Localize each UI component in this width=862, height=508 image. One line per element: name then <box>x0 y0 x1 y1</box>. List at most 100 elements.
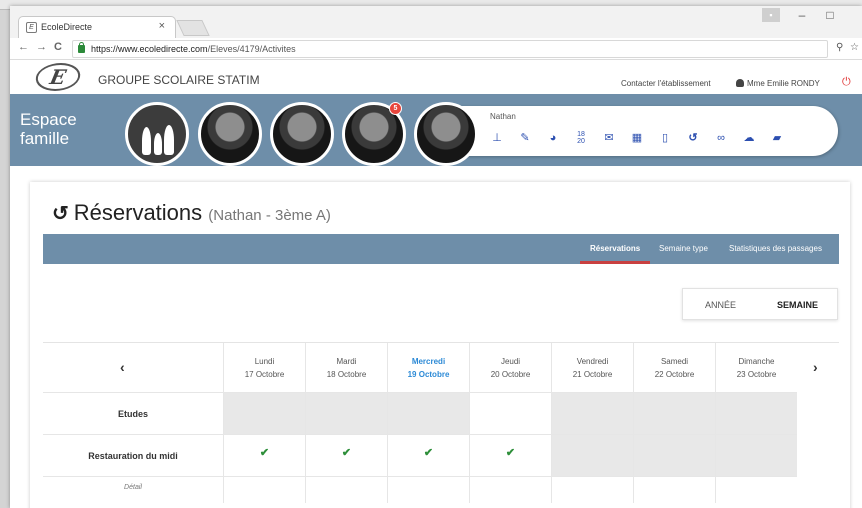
family-band: Espace famille 5 Nathan ⊥ ✎ ◕ 18 20 ✉ ▦ ▯… <box>10 94 862 166</box>
day-name: Mardi <box>336 357 357 366</box>
reservation-cell <box>634 392 715 434</box>
day-column: Dimanche 23 Octobre <box>715 343 797 503</box>
back-arrow-icon[interactable]: ← <box>18 41 29 53</box>
day-date: 22 Octobre <box>654 370 695 379</box>
day-column: Vendredi 21 Octobre <box>551 343 633 503</box>
toggle-week[interactable]: SEMAINE <box>777 300 818 310</box>
toggle-year[interactable]: ANNÉE <box>705 300 736 310</box>
calendar-icon[interactable]: ▦ <box>630 131 644 145</box>
power-icon[interactable]: ⏻ <box>842 76 851 89</box>
child-avatar-2[interactable] <box>270 102 334 166</box>
maximize-button[interactable]: □ <box>818 8 842 22</box>
day-date: 19 Octobre <box>407 370 450 379</box>
space-title-line2: famille <box>20 129 70 148</box>
detail-cell <box>634 476 715 498</box>
browser-window: E EcoleDirecte × ▪ – □ ← → C https://www… <box>10 6 862 508</box>
day-column: Mardi 18 Octobre ✔ <box>305 343 387 503</box>
contact-link[interactable]: Contacter l'établissement <box>621 79 711 88</box>
reservation-cell <box>552 392 633 434</box>
forward-arrow-icon[interactable]: → <box>36 41 47 53</box>
module-menu: Nathan ⊥ ✎ ◕ 18 20 ✉ ▦ ▯ ↺ ∞ ☁ ▰ <box>454 106 838 156</box>
ecoledirecte-logo[interactable]: E <box>33 63 83 91</box>
day-header: Jeudi 20 Octobre <box>470 355 551 381</box>
family-figure-icon <box>154 133 162 155</box>
day-date: 18 Octobre <box>326 370 367 379</box>
new-tab-button[interactable] <box>176 20 210 36</box>
day-name: Lundi <box>254 357 275 366</box>
chat-icon[interactable]: ◕ <box>546 131 560 145</box>
window-user-button[interactable]: ▪ <box>762 8 780 22</box>
reload-icon[interactable]: C <box>54 41 62 53</box>
star-icon[interactable]: ☆ <box>850 42 859 53</box>
reservation-cell[interactable]: ✔ <box>470 434 551 476</box>
day-name: Samedi <box>660 357 689 366</box>
reservation-cell[interactable] <box>470 392 551 434</box>
day-header: Vendredi 21 Octobre <box>552 355 633 381</box>
reservation-cell <box>716 434 797 476</box>
check-icon: ✔ <box>423 447 434 459</box>
day-header: Mercredi 19 Octobre <box>388 355 469 381</box>
reservation-cell[interactable]: ✔ <box>388 434 469 476</box>
day-header: Dimanche 23 Octobre <box>716 355 797 381</box>
next-week-icon[interactable]: › <box>813 359 818 375</box>
link-icon[interactable]: ∞ <box>714 131 728 145</box>
tab-reservations[interactable]: Réservations <box>590 244 640 253</box>
page-title: ↺ Réservations (Nathan - 3ème A) <box>52 200 331 226</box>
reservation-icon[interactable]: ↺ <box>686 131 700 145</box>
check-icon: ✔ <box>505 447 516 459</box>
tab-semaine-type[interactable]: Semaine type <box>659 244 708 253</box>
day-date: 21 Octobre <box>572 370 613 379</box>
pin-icon[interactable]: ✎ <box>518 131 532 145</box>
main-content: ↺ Réservations (Nathan - 3ème A) Réservat… <box>30 182 850 508</box>
browser-tab[interactable]: E EcoleDirecte × <box>18 16 176 38</box>
mail-icon[interactable]: ✉ <box>602 131 616 145</box>
previous-week-icon[interactable]: ‹ <box>120 359 125 375</box>
child-avatar-nathan[interactable] <box>414 102 478 166</box>
family-avatar[interactable] <box>125 102 189 166</box>
family-figure-icon <box>142 127 151 155</box>
day-name: Dimanche <box>738 357 775 366</box>
org-name: GROUPE SCOLAIRE STATIM <box>98 73 260 87</box>
ruler-icon[interactable]: ⊥ <box>490 131 504 145</box>
user-icon <box>736 79 744 87</box>
url-path: /Eleves/4179/Activites <box>207 44 296 54</box>
day-column: Samedi 22 Octobre <box>633 343 715 503</box>
day-header: Lundi 17 Octobre <box>224 355 305 381</box>
active-tab-indicator <box>580 261 650 264</box>
row-label-detail: Détail <box>43 476 223 498</box>
user-menu[interactable]: Mme Emilie RONDY <box>736 79 820 88</box>
day-header: Mardi 18 Octobre <box>306 355 387 381</box>
child-avatar-1[interactable] <box>198 102 262 166</box>
cloud-icon[interactable]: ☁ <box>742 131 756 145</box>
row-label-restauration: Restauration du midi <box>43 434 223 476</box>
reservation-cell[interactable]: ✔ <box>224 434 305 476</box>
day-column: Jeudi 20 Octobre ✔ <box>469 343 551 503</box>
day-date: 20 Octobre <box>490 370 531 379</box>
url-field[interactable]: https://www.ecoledirecte.com/Eleves/4179… <box>72 40 828 58</box>
key-icon[interactable]: ⚲ <box>836 42 843 53</box>
minimize-button[interactable]: – <box>790 8 814 22</box>
grades-icon[interactable]: 18 20 <box>574 131 588 145</box>
reservation-icon: ↺ <box>52 203 69 225</box>
book-icon[interactable]: ▰ <box>770 131 784 145</box>
selected-child-name: Nathan <box>490 112 516 121</box>
reservation-cell <box>388 392 469 434</box>
detail-cell <box>224 476 305 498</box>
tab-statistiques[interactable]: Statistiques des passages <box>729 244 822 253</box>
notification-badge: 5 <box>389 102 402 115</box>
detail-cell <box>306 476 387 498</box>
close-tab-icon[interactable]: × <box>159 20 165 32</box>
favicon-icon: E <box>26 22 37 33</box>
space-title-line1: Espace <box>20 110 77 129</box>
day-date: 23 Octobre <box>736 370 777 379</box>
day-name: Mercredi <box>411 357 446 366</box>
user-name: Mme Emilie RONDY <box>747 79 820 88</box>
child-avatar-3[interactable]: 5 <box>342 102 406 166</box>
day-column: Lundi 17 Octobre ✔ <box>223 343 305 503</box>
document-icon[interactable]: ▯ <box>658 131 672 145</box>
reservation-cell <box>634 434 715 476</box>
reservation-cell <box>552 434 633 476</box>
reservation-cell[interactable]: ✔ <box>306 434 387 476</box>
detail-cell <box>716 476 797 498</box>
page-subtitle: (Nathan - 3ème A) <box>208 207 331 224</box>
